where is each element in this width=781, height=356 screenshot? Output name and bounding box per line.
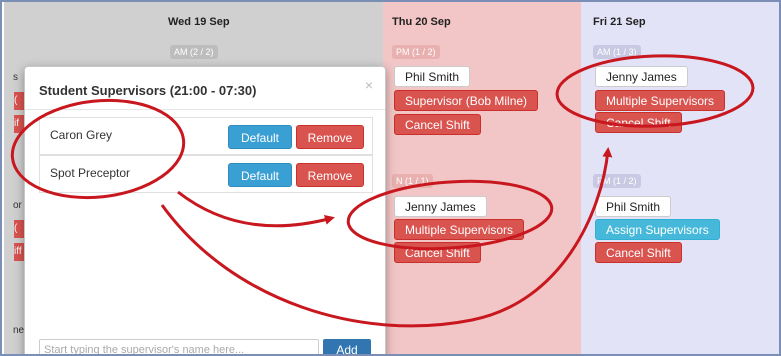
slot-badge-thu-top: PM (1 / 2) — [392, 45, 440, 59]
stub-text: ne — [13, 325, 25, 336]
day-header-fri: Fri 21 Sep — [593, 16, 646, 28]
supervisor-row: Caron Grey Default Remove — [39, 117, 373, 155]
cancel-shift-button[interactable]: Cancel Shift — [394, 242, 481, 263]
shift-name-jenny-james[interactable]: Jenny James — [595, 66, 688, 87]
cancel-shift-button[interactable]: Cancel Shift — [595, 242, 682, 263]
cancel-shift-button[interactable]: Cancel Shift — [595, 112, 682, 133]
multiple-supervisors-button[interactable]: Multiple Supervisors — [595, 90, 726, 111]
modal-title: Student Supervisors (21:00 - 07:30) — [39, 83, 257, 98]
cancel-shift-button[interactable]: Cancel Shift — [394, 114, 481, 135]
shift-name-phil-smith[interactable]: Phil Smith — [595, 196, 672, 217]
modal-divider — [25, 109, 385, 110]
supervisor-name: Spot Preceptor — [50, 166, 131, 180]
stub-text: s — [13, 72, 18, 83]
slot-badge-fri-top: AM (1 / 3) — [593, 45, 641, 59]
stub-text: ( — [14, 223, 18, 234]
shift-name-phil-smith[interactable]: Phil Smith — [394, 66, 471, 87]
supervisor-search-input[interactable] — [39, 339, 319, 354]
day-header-thu: Thu 20 Sep — [392, 16, 451, 28]
slot-badge-thu-bottom: N (1 / 1) — [392, 174, 433, 188]
default-button[interactable]: Default — [228, 125, 292, 149]
supervisor-name: Caron Grey — [50, 128, 113, 142]
default-button[interactable]: Default — [228, 163, 292, 187]
remove-button[interactable]: Remove — [296, 163, 364, 187]
student-supervisors-modal: Student Supervisors (21:00 - 07:30) × Ca… — [24, 66, 386, 354]
remove-button[interactable]: Remove — [296, 125, 364, 149]
slot-badge-fri-bottom: PM (1 / 2) — [593, 174, 641, 188]
slot-badge-wed: AM (2 / 2) — [170, 45, 218, 59]
shift-name-jenny-james[interactable]: Jenny James — [394, 196, 487, 217]
supervisor-button[interactable]: Supervisor (Bob Milne) — [394, 90, 539, 111]
multiple-supervisors-button[interactable]: Multiple Supervisors — [394, 219, 525, 240]
stub-text: or — [13, 200, 22, 211]
stub-text: ( — [14, 95, 18, 106]
day-header-wed: Wed 19 Sep — [168, 16, 230, 28]
assign-supervisors-button[interactable]: Assign Supervisors — [595, 219, 720, 240]
add-button[interactable]: Add — [323, 339, 371, 354]
stub-text: if — [14, 118, 19, 129]
close-icon[interactable]: × — [365, 77, 373, 93]
supervisor-row: Spot Preceptor Default Remove — [39, 155, 373, 193]
stub-text: iff — [14, 246, 22, 257]
calendar-frame: Wed 19 Sep Thu 20 Sep Fri 21 Sep AM (2 /… — [0, 0, 781, 356]
